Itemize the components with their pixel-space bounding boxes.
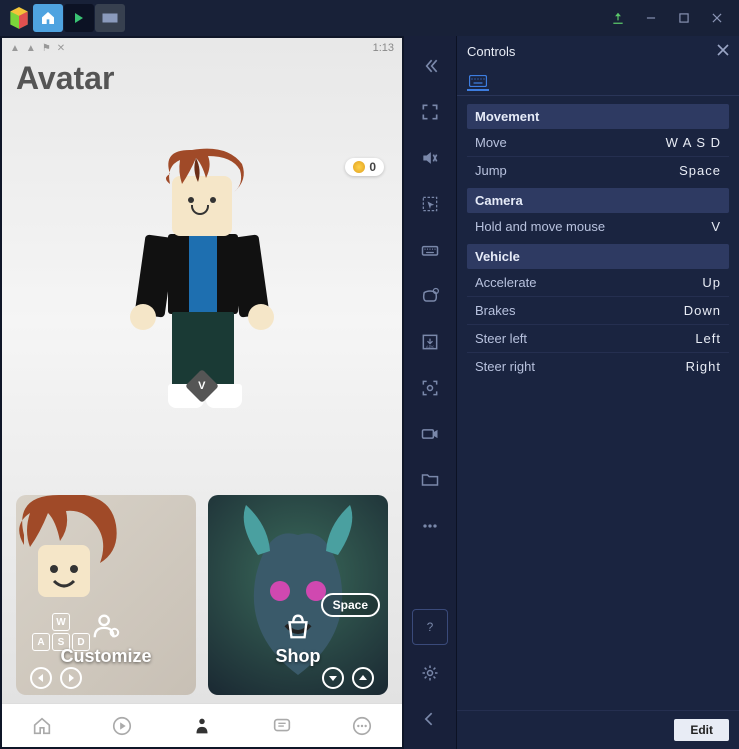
panel-tabs xyxy=(457,67,739,96)
down-arrow-button[interactable] xyxy=(322,667,344,689)
tab-app-game[interactable] xyxy=(95,4,125,32)
panel-title: Controls xyxy=(467,44,515,59)
avatar-stage: V xyxy=(2,97,402,495)
maximize-button[interactable] xyxy=(668,2,700,34)
more-button[interactable] xyxy=(412,508,448,544)
nav-more[interactable] xyxy=(338,704,386,748)
customize-icon xyxy=(91,611,121,641)
nav-chat[interactable] xyxy=(258,704,306,748)
controls-panel: Controls Movement Move W A S D Jump Space Cam… xyxy=(456,36,739,749)
tab-app-playstore[interactable] xyxy=(64,4,94,32)
ctrl-row: Hold and move mouse V xyxy=(467,213,729,240)
bottom-nav xyxy=(2,703,402,747)
nav-avatar[interactable] xyxy=(178,704,226,748)
volume-button[interactable] xyxy=(412,140,448,176)
warning-icon: ▲ xyxy=(10,43,20,54)
tab-app-home[interactable] xyxy=(33,4,63,32)
ctrl-heading: Camera xyxy=(467,188,729,213)
ctrl-key[interactable]: Up xyxy=(702,275,721,290)
right-arrow-button[interactable] xyxy=(60,667,82,689)
cursor-lock-button[interactable] xyxy=(412,186,448,222)
avatar-figure: V xyxy=(122,136,282,416)
ctrl-row: Jump Space xyxy=(467,157,729,184)
card-customize[interactable]: W A S D Customize xyxy=(16,495,196,695)
left-arrow-button[interactable] xyxy=(30,667,52,689)
mini-avatar xyxy=(16,495,124,625)
panel-tab-keyboard[interactable] xyxy=(467,73,489,91)
ctrl-row: Move W A S D xyxy=(467,129,729,157)
ctrl-label: Hold and move mouse xyxy=(475,219,605,234)
page-title: Avatar xyxy=(2,54,402,97)
ctrl-heading: Vehicle xyxy=(467,244,729,269)
edit-button[interactable]: Edit xyxy=(674,719,729,741)
card-shop[interactable]: Space Shop xyxy=(208,495,388,695)
space-key-overlay: Space xyxy=(321,593,380,617)
flag-icon: ⚑ xyxy=(42,43,51,54)
titlebar xyxy=(0,0,739,36)
side-toolbar: APK ? xyxy=(404,36,456,749)
ctrl-section: Camera Hold and move mouse V xyxy=(467,188,729,240)
nav-play[interactable] xyxy=(98,704,146,748)
cards-row: W A S D Customize xyxy=(2,495,402,703)
panel-body: MovementMoveW A S DJumpSpaceCameraHold a… xyxy=(457,96,739,710)
x-icon: ✕ xyxy=(57,43,65,54)
card-shop-label: Shop xyxy=(208,646,388,667)
panel-close-button[interactable] xyxy=(717,44,729,59)
warning-icon: ▲ xyxy=(26,43,36,54)
back-button[interactable] xyxy=(412,701,448,737)
ctrl-key[interactable]: Space xyxy=(679,163,721,178)
status-bar: ▲ ▲ ⚑ ✕ 1:13 xyxy=(2,38,402,54)
close-window-button[interactable] xyxy=(701,2,733,34)
ctrl-row: Brakes Down xyxy=(467,297,729,325)
settings-button[interactable] xyxy=(412,655,448,691)
ctrl-key[interactable]: W A S D xyxy=(666,135,721,150)
apk-button[interactable]: APK xyxy=(412,324,448,360)
svg-text:APK: APK xyxy=(426,345,435,350)
ctrl-label: Accelerate xyxy=(475,275,536,290)
ctrl-row: Steer left Left xyxy=(467,325,729,353)
ctrl-row: Accelerate Up xyxy=(467,269,729,297)
ctrl-label: Jump xyxy=(475,163,507,178)
card-customize-label: Customize xyxy=(16,646,196,667)
bag-icon xyxy=(283,611,313,641)
keyboard-button[interactable] xyxy=(412,232,448,268)
clock-time: 1:13 xyxy=(373,42,394,54)
ctrl-label: Steer right xyxy=(475,359,535,374)
ctrl-label: Brakes xyxy=(475,303,515,318)
nav-home[interactable] xyxy=(18,704,66,748)
ctrl-key[interactable]: Right xyxy=(686,359,721,374)
collapse-toolbar-button[interactable] xyxy=(412,48,448,84)
game-viewport[interactable]: ▲ ▲ ⚑ ✕ 1:13 Avatar 0 xyxy=(0,36,404,749)
bluestacks-logo xyxy=(6,5,32,31)
folder-button[interactable] xyxy=(412,462,448,498)
minimize-button[interactable] xyxy=(635,2,667,34)
ctrl-key[interactable]: Left xyxy=(695,331,721,346)
ctrl-section: Movement Move W A S D Jump Space xyxy=(467,104,729,184)
svg-text:?: ? xyxy=(427,621,434,634)
ctrl-key[interactable]: V xyxy=(711,219,721,234)
up-arrow-button[interactable] xyxy=(352,667,374,689)
upload-button[interactable] xyxy=(602,2,634,34)
record-button[interactable] xyxy=(412,416,448,452)
gamepad-button[interactable] xyxy=(412,278,448,314)
ctrl-section: Vehicle Accelerate Up Brakes Down Steer left L… xyxy=(467,244,729,380)
ctrl-row: Steer right Right xyxy=(467,353,729,380)
screenshot-button[interactable] xyxy=(412,370,448,406)
ctrl-label: Move xyxy=(475,135,507,150)
ctrl-label: Steer left xyxy=(475,331,527,346)
ctrl-heading: Movement xyxy=(467,104,729,129)
fullscreen-button[interactable] xyxy=(412,94,448,130)
ctrl-key[interactable]: Down xyxy=(684,303,721,318)
help-button[interactable]: ? xyxy=(412,609,448,645)
